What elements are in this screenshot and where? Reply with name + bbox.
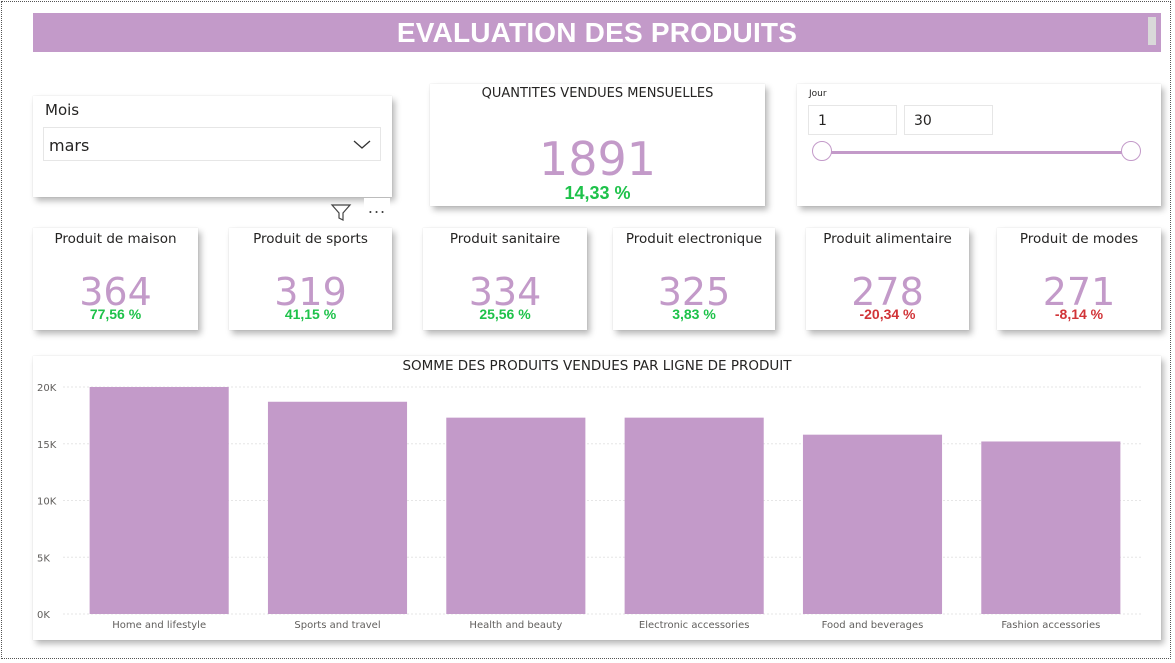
kpi-monthly-quantity: QUANTITES VENDUES MENSUELLES 1891 14,33 … (430, 84, 765, 206)
product-card-alimentaire: Produit alimentaire 278 -20,34 % (806, 228, 969, 330)
x-tick-label: Fashion accessories (1001, 620, 1100, 631)
bar[interactable] (981, 441, 1121, 614)
filter-icon[interactable] (330, 201, 352, 223)
product-card-change: 41,15 % (284, 306, 337, 322)
kpi-monthly-title: QUANTITES VENDUES MENSUELLES (481, 86, 714, 101)
jour-slicer-label: Jour (809, 89, 827, 99)
y-tick-label: 5K (37, 553, 50, 564)
y-tick-label: 15K (37, 440, 57, 451)
jour-start-input[interactable]: 1 (808, 105, 897, 135)
y-tick-label: 20K (37, 383, 57, 394)
kpi-monthly-value: 1891 (538, 132, 657, 186)
bar[interactable] (624, 417, 764, 614)
product-card-sports: Produit de sports 319 41,15 % (229, 228, 392, 330)
product-card-sanitaire: Produit sanitaire 334 25,56 % (423, 228, 587, 330)
y-tick-label: 10K (37, 497, 57, 508)
mois-slicer-label: Mois (45, 101, 80, 119)
product-card-change: 25,56 % (479, 306, 531, 322)
product-card-change: -20,34 % (859, 306, 916, 322)
product-card-title: Produit alimentaire (823, 231, 952, 247)
product-card-title: Produit electronique (625, 231, 763, 247)
report-header: EVALUATION DES PRODUITS (33, 13, 1161, 52)
product-card-title: Produit de sports (253, 231, 368, 247)
x-tick-label: Food and beverages (822, 620, 924, 631)
kpi-monthly-change: 14,33 % (564, 183, 631, 203)
bar[interactable] (802, 434, 943, 614)
product-card-title: Produit sanitaire (449, 231, 561, 247)
chevron-down-icon[interactable] (352, 134, 372, 154)
bar[interactable] (89, 387, 229, 614)
bar-chart-card: SOMME DES PRODUITS VENDUES PAR LIGNE DE … (33, 356, 1161, 640)
product-card-modes: Produit de modes 271 -8,14 % (997, 228, 1161, 330)
product-card-change: 77,56 % (89, 306, 142, 322)
mois-dropdown[interactable]: mars (43, 127, 381, 161)
bar-chart: 0K 5K 10K 15K 20K Home and lifestyle Sports an… (37, 383, 1143, 631)
x-tick-label: Health and beauty (469, 620, 562, 631)
report-title: EVALUATION DES PRODUITS (396, 16, 798, 48)
bar[interactable] (267, 401, 408, 614)
product-card-change: -8,14 % (1054, 306, 1104, 322)
x-tick-label: Home and lifestyle (112, 620, 206, 631)
product-card-title: Produit de modes (1019, 231, 1139, 247)
product-card-maison: Produit de maison 364 77,56 % (33, 228, 198, 330)
product-card-title: Produit de maison (54, 231, 177, 247)
product-card-change: 3,83 % (672, 306, 716, 322)
jour-slider-start-handle[interactable] (812, 141, 832, 161)
mois-dropdown-value: mars (49, 136, 90, 155)
header-scrollbar[interactable] (1148, 17, 1156, 45)
x-tick-label: Sports and travel (294, 620, 380, 631)
jour-end-input[interactable]: 30 (904, 105, 993, 135)
x-tick-label: Electronic accessories (639, 620, 750, 631)
more-options-icon[interactable]: ... (364, 198, 390, 222)
jour-slicer: Jour 1 30 (797, 84, 1161, 206)
jour-slider-end-handle[interactable] (1121, 141, 1141, 161)
mois-slicer: Mois mars (33, 96, 392, 197)
y-tick-label: 0K (37, 610, 50, 621)
product-card-electronique: Produit electronique 325 3,83 % (613, 228, 775, 330)
jour-slider-track[interactable] (821, 151, 1133, 154)
bar[interactable] (446, 417, 586, 614)
